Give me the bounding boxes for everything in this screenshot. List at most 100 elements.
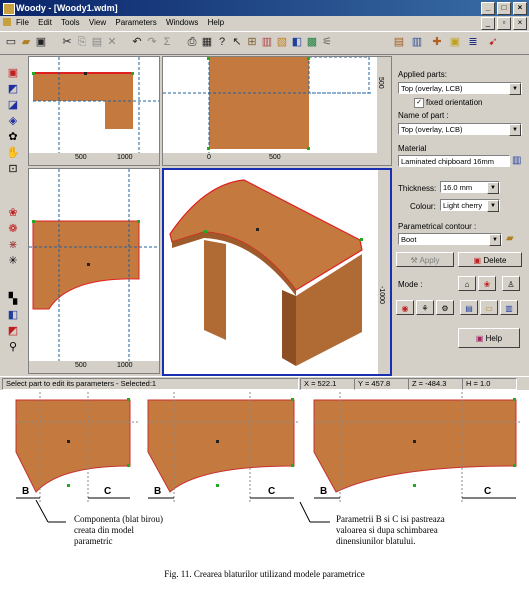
select-tool-icon[interactable]: ▣ (6, 66, 20, 80)
label-b-3: B (320, 486, 328, 497)
undo-list-icon[interactable]: Σ (160, 35, 174, 49)
mode-3-button[interactable]: ♙ (502, 276, 520, 291)
grid-icon[interactable]: ▩ (305, 35, 319, 49)
paste-icon[interactable]: ▤ (90, 35, 104, 49)
table-icon[interactable]: ⊞ (245, 35, 259, 49)
app-icon (3, 3, 15, 15)
view-bottom-left[interactable]: 500 1000 (28, 168, 160, 374)
menu-tools[interactable]: Tools (61, 18, 80, 27)
new-icon[interactable]: ▭ (4, 35, 18, 49)
tool-d-button[interactable]: ▤ (460, 300, 478, 315)
tool-a-button[interactable]: ◉ (396, 300, 414, 315)
context-help-icon[interactable]: ↖ (230, 35, 244, 49)
ruler-tick: 500 (75, 154, 87, 161)
mode-2-button[interactable]: ❀ (478, 276, 496, 291)
section-tool-icon[interactable]: ⋇ (6, 238, 20, 252)
help-icon[interactable]: ? (215, 35, 229, 49)
edge-tool-icon[interactable]: ❁ (6, 222, 20, 236)
label-c-3: C (484, 486, 492, 497)
rotate-tool-icon[interactable]: ◪ (6, 98, 20, 112)
panel-columns-icon[interactable]: ▥ (410, 35, 424, 49)
open-folder-icon[interactable]: ▰ (506, 233, 518, 245)
help-label: Help (485, 334, 503, 343)
mode-1-button[interactable]: ⌂ (458, 276, 476, 291)
orbit-tool-icon[interactable]: ✿ (6, 130, 20, 144)
cube-icon[interactable]: ◧ (290, 35, 304, 49)
tool-c-button[interactable]: ⚙ (436, 300, 454, 315)
applied-parts-select[interactable]: Top (overlay, LCB) ▼ (398, 82, 522, 95)
title-bar[interactable]: Woody - [Woody1.wdm] _ □ × (0, 0, 529, 16)
material-tool-icon[interactable]: ◩ (6, 324, 20, 338)
tool-f-button[interactable]: ▥ (500, 300, 518, 315)
minimize-button[interactable]: _ (481, 2, 495, 15)
redo-icon[interactable]: ↷ (145, 35, 159, 49)
thickness-select[interactable]: 16.0 mm ▼ (440, 181, 500, 194)
thickness-value: 16.0 mm (443, 183, 473, 192)
delete-icon[interactable]: ✕ (105, 35, 119, 49)
wand-icon[interactable]: ⚟ (320, 35, 334, 49)
panel-cross-icon[interactable]: ✚ (430, 35, 444, 49)
ruler-tick: 1000 (117, 362, 133, 369)
callout-left-line-2: creata din model (74, 525, 134, 535)
print-icon[interactable]: ⎙ (185, 35, 199, 49)
move-tool-icon[interactable]: ◩ (6, 82, 20, 96)
ruler-tick: 500 (269, 154, 281, 161)
paint-tool-icon[interactable]: ❀ (6, 206, 20, 220)
name-of-part-select[interactable]: Top (overlay, LCB) ▼ (398, 123, 522, 136)
panel-pointer-icon[interactable]: ➹ (486, 35, 500, 49)
undo-icon[interactable]: ↶ (130, 35, 144, 49)
menu-help[interactable]: Help (208, 18, 224, 27)
ruler-tick: 1000 (117, 154, 133, 161)
view-top-right[interactable]: 0 500 500 (162, 56, 392, 166)
layout-tool-icon[interactable]: ▚ (6, 292, 20, 306)
zoom-tool-icon[interactable]: ◈ (6, 114, 20, 128)
menu-parameters[interactable]: Parameters (115, 18, 156, 27)
left-toolbar: ▣ ◩ ◪ ◈ ✿ ✋ ⊡ ❀ ❁ ⋇ ✳ ▚ ◧ ◩ ⚲ (0, 56, 26, 372)
callout-right: Parametrii B si C isi pastreaza valoarea… (336, 514, 445, 547)
stack-icon[interactable]: ▧ (275, 35, 289, 49)
doc-close-button[interactable]: × (513, 17, 527, 30)
ruler-tick: 0 (207, 154, 211, 161)
tool-b-button[interactable]: ⚘ (416, 300, 434, 315)
chevron-down-icon: ▼ (509, 124, 521, 136)
chevron-down-icon: ▼ (489, 234, 501, 246)
contour-select[interactable]: Boot ▼ (398, 233, 502, 246)
delete-button[interactable]: ▣ Delete (458, 252, 522, 267)
print-preview-icon[interactable]: ▦ (200, 35, 214, 49)
panel-box-icon[interactable]: ▣ (448, 35, 462, 49)
callout-left-line-3: parametric (74, 536, 113, 546)
inspect-tool-icon[interactable]: ⚲ (6, 340, 20, 354)
light-tool-icon[interactable]: ✳ (6, 254, 20, 268)
close-button[interactable]: × (513, 2, 527, 15)
layers-tool-icon[interactable]: ◧ (6, 308, 20, 322)
status-message: Select part to edit its parameters - Sel… (2, 378, 299, 390)
measure-tool-icon[interactable]: ⊡ (6, 162, 20, 176)
menu-edit[interactable]: Edit (38, 18, 52, 27)
doc-minimize-button[interactable]: _ (481, 17, 495, 30)
tool-e-button[interactable]: ▭ (480, 300, 498, 315)
save-icon[interactable]: ▣ (34, 35, 48, 49)
colour-label: Colour: (410, 202, 436, 211)
maximize-button[interactable]: □ (497, 2, 511, 15)
open-icon[interactable]: ▰ (19, 35, 33, 49)
doc-restore-button[interactable]: ▫ (497, 17, 511, 30)
help-button[interactable]: ▣ Help (458, 328, 520, 348)
mode-label: Mode : (398, 280, 423, 289)
apply-button[interactable]: ⚒ Apply (396, 252, 454, 267)
name-of-part-label: Name of part : (398, 111, 449, 120)
colour-select[interactable]: Light cherry ▼ (440, 199, 500, 212)
menu-file[interactable]: File (16, 18, 29, 27)
pan-tool-icon[interactable]: ✋ (6, 146, 20, 160)
menu-windows[interactable]: Windows (166, 18, 198, 27)
material-select[interactable]: Laminated chipboard 16mm (398, 155, 510, 167)
panel-doc-icon[interactable]: ▤ (392, 35, 406, 49)
panel-bars-icon[interactable]: ≣ (466, 35, 480, 49)
parts-icon[interactable]: ▥ (260, 35, 274, 49)
material-browse-icon[interactable]: ▥ (512, 155, 522, 167)
view-perspective[interactable]: -1000 (162, 168, 392, 376)
fixed-orientation-checkbox[interactable]: ✓ (414, 98, 424, 108)
view-top-left[interactable]: 500 1000 (28, 56, 160, 166)
copy-icon[interactable]: ⎘ (75, 35, 89, 49)
menu-view[interactable]: View (89, 18, 106, 27)
cut-icon[interactable]: ✂ (60, 35, 74, 49)
